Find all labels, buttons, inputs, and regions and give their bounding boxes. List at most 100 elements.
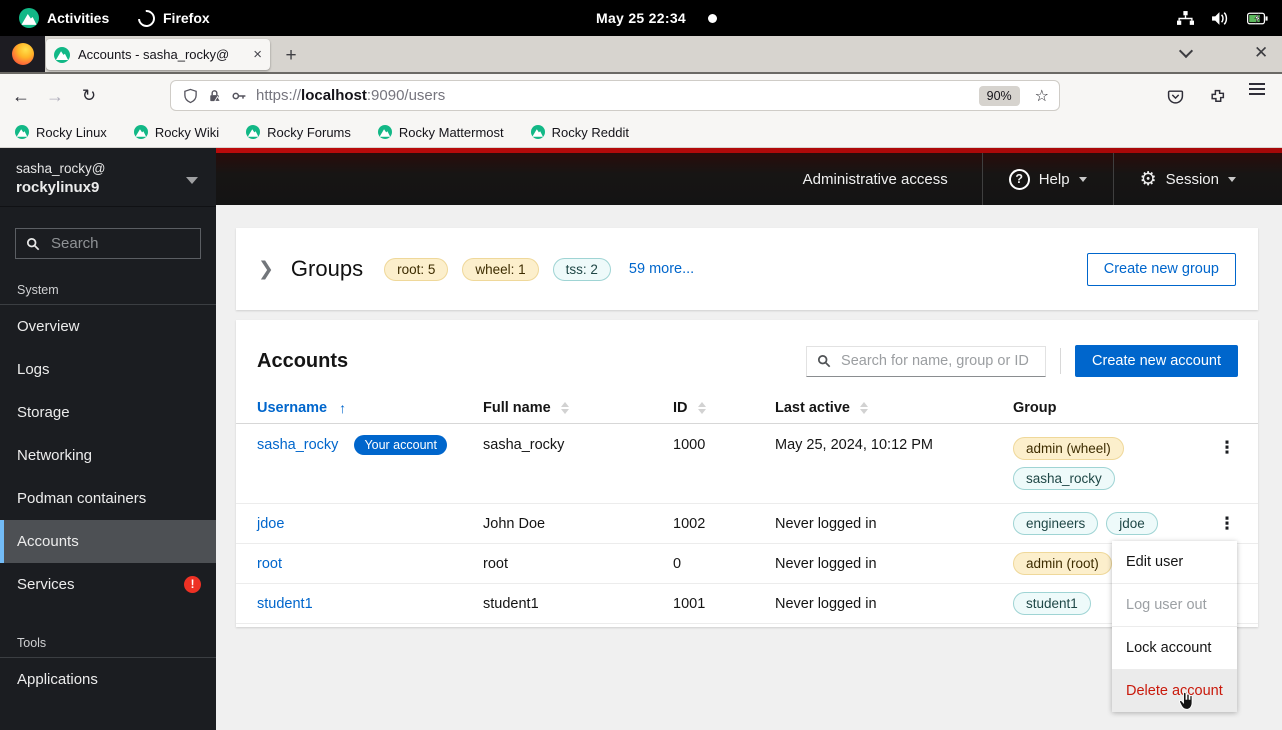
session-dropdown[interactable]: ⚙ Session — [1114, 153, 1282, 205]
menu-item-delete-account[interactable]: Delete account — [1112, 669, 1237, 712]
admin-access-indicator[interactable]: Administrative access — [803, 171, 948, 188]
browser-tab-bar: Accounts - sasha_rocky@ × + ✕ — [0, 36, 1282, 74]
accounts-search-input[interactable] — [839, 352, 1035, 370]
group-badge-root[interactable]: root: 5 — [384, 258, 448, 281]
column-full-name[interactable]: Full name — [483, 400, 673, 416]
bookmark-rocky-reddit[interactable]: Rocky Reddit — [531, 125, 629, 140]
sort-icon — [860, 402, 868, 414]
bookmarks-bar: Rocky Linux Rocky Wiki Rocky Forums Rock… — [0, 117, 1282, 148]
group-pill[interactable]: jdoe — [1106, 512, 1158, 535]
extensions-puzzle-icon[interactable] — [1204, 83, 1230, 109]
username-cell: student1 — [257, 596, 483, 612]
id-cell: 1000 — [673, 437, 775, 454]
section-label-tools: Tools — [0, 636, 216, 657]
column-username[interactable]: Username↑ — [257, 400, 483, 416]
bookmark-rocky-forums[interactable]: Rocky Forums — [246, 125, 351, 140]
shield-icon[interactable] — [183, 88, 198, 104]
groups-more-link[interactable]: 59 more... — [629, 261, 694, 277]
network-icon — [1177, 11, 1194, 26]
full-name-cell: root — [483, 556, 673, 572]
system-tray[interactable] — [1177, 0, 1268, 36]
search-icon — [26, 237, 40, 251]
lock-warning-icon[interactable] — [207, 88, 222, 104]
activities-label: Activities — [47, 10, 109, 26]
browser-tab[interactable]: Accounts - sasha_rocky@ × — [46, 39, 270, 70]
activities-button[interactable]: Activities — [19, 0, 109, 36]
list-all-tabs-icon[interactable] — [1179, 44, 1193, 58]
user-link[interactable]: root — [257, 556, 282, 572]
groups-cell: admin (wheel) sasha_rocky — [1013, 437, 1196, 490]
row-actions-kebab[interactable]: ⋮ — [1216, 439, 1238, 456]
sidebar-item-overview[interactable]: Overview — [0, 305, 216, 348]
host-name: rockylinux9 — [16, 179, 200, 196]
clock[interactable]: May 25 22:34 — [596, 0, 686, 36]
host-switcher[interactable]: sasha_rocky@ rockylinux9 — [0, 148, 216, 207]
back-button[interactable]: ← — [8, 83, 34, 109]
group-badge-tss[interactable]: tss: 2 — [553, 258, 611, 281]
last-active-cell: Never logged in — [775, 596, 1013, 612]
sidebar-search[interactable] — [15, 228, 201, 259]
user-link[interactable]: sasha_rocky — [257, 437, 338, 453]
help-dropdown[interactable]: ? Help — [983, 153, 1113, 205]
sidebar-item-podman[interactable]: Podman containers — [0, 477, 216, 520]
group-pill[interactable]: engineers — [1013, 512, 1098, 535]
user-link[interactable]: student1 — [257, 596, 313, 612]
group-badge-wheel[interactable]: wheel: 1 — [462, 258, 538, 281]
user-link[interactable]: jdoe — [257, 516, 284, 532]
sidebar-item-networking[interactable]: Networking — [0, 434, 216, 477]
bookmark-rocky-wiki[interactable]: Rocky Wiki — [134, 125, 219, 140]
sidebar-item-applications[interactable]: Applications — [0, 658, 216, 701]
chevron-down-icon — [1079, 177, 1087, 182]
last-active-cell: Never logged in — [775, 556, 1013, 572]
tab-close-icon[interactable]: × — [253, 47, 262, 62]
accounts-search[interactable] — [806, 346, 1046, 377]
bookmark-favicon — [246, 125, 260, 139]
username-cell: jdoe — [257, 516, 483, 532]
cockpit-sidebar: sasha_rocky@ rockylinux9 System Overview… — [0, 148, 216, 730]
bookmark-favicon — [15, 125, 29, 139]
username-cell: root — [257, 556, 483, 572]
divider — [1060, 348, 1061, 374]
group-pill[interactable]: admin (root) — [1013, 552, 1112, 575]
gear-icon: ⚙ — [1140, 170, 1157, 189]
menu-item-lock-account[interactable]: Lock account — [1112, 626, 1237, 669]
bookmark-rocky-mattermost[interactable]: Rocky Mattermost — [378, 125, 504, 140]
url-text[interactable]: https://localhost:9090/users — [256, 87, 445, 104]
sidebar-item-services[interactable]: Services ! — [0, 563, 216, 606]
sidebar-item-storage[interactable]: Storage — [0, 391, 216, 434]
menu-item-edit-user[interactable]: Edit user — [1112, 541, 1237, 583]
groups-expand-chevron-icon[interactable]: ❯ — [258, 258, 274, 281]
new-tab-button[interactable]: + — [279, 43, 303, 67]
create-new-group-button[interactable]: Create new group — [1087, 253, 1236, 286]
table-row-jdoe: jdoe John Doe 1002 Never logged in engin… — [236, 504, 1258, 544]
column-last-active[interactable]: Last active — [775, 400, 1013, 416]
reload-button[interactable]: ↻ — [76, 83, 102, 109]
group-pill[interactable]: admin (wheel) — [1013, 437, 1124, 460]
pocket-icon[interactable] — [1162, 83, 1188, 109]
sidebar-section-system: System Overview Logs Storage Networking … — [0, 283, 216, 606]
volume-icon — [1211, 11, 1230, 26]
sort-icon — [561, 402, 569, 414]
create-new-account-button[interactable]: Create new account — [1075, 345, 1238, 377]
sidebar-item-logs[interactable]: Logs — [0, 348, 216, 391]
zoom-level-badge[interactable]: 90% — [979, 86, 1020, 106]
chevron-down-icon — [1228, 177, 1236, 182]
firefox-appmenu-button[interactable]: Firefox — [138, 0, 210, 36]
gnome-top-bar: Activities Firefox May 25 22:34 — [0, 0, 1282, 36]
search-icon — [817, 354, 831, 368]
bookmark-star-icon[interactable]: ☆ — [1035, 86, 1049, 106]
url-bar[interactable]: https://localhost:9090/users 90% ☆ — [170, 80, 1060, 111]
group-pill[interactable]: sasha_rocky — [1013, 467, 1115, 490]
sidebar-item-accounts[interactable]: Accounts — [0, 520, 216, 563]
window-close-icon[interactable]: ✕ — [1254, 43, 1268, 63]
row-actions-kebab[interactable]: ⋮ — [1216, 515, 1238, 532]
group-pill[interactable]: student1 — [1013, 592, 1091, 615]
sidebar-search-input[interactable] — [49, 234, 190, 253]
forward-button[interactable]: → — [42, 83, 68, 109]
hamburger-menu-icon[interactable] — [1249, 88, 1265, 90]
column-group: Group — [1013, 400, 1196, 416]
full-name-cell: student1 — [483, 596, 673, 612]
bookmark-rocky-linux[interactable]: Rocky Linux — [15, 125, 107, 140]
column-id[interactable]: ID — [673, 400, 775, 416]
key-icon[interactable] — [231, 88, 247, 104]
